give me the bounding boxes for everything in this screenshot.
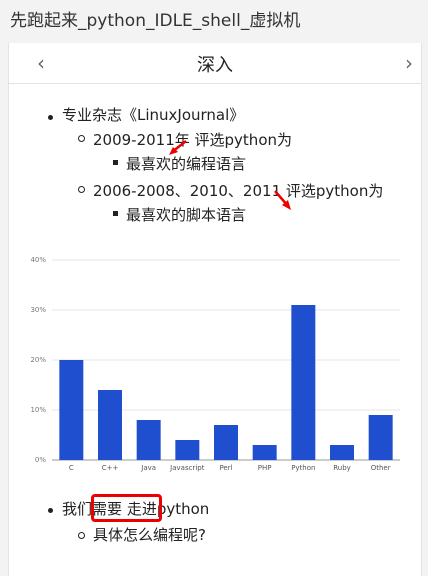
list-detail-scripting: 最喜欢的脚本语言 <box>126 206 247 224</box>
bullet-square <box>113 211 118 216</box>
bullet-circle <box>78 532 85 539</box>
list-item-magazine: 专业杂志《LinuxJournal》 <box>62 106 245 124</box>
bullet-square <box>113 160 118 165</box>
x-tick-label: Java <box>140 464 156 472</box>
red-arrow-icon <box>274 190 291 210</box>
x-tick-label: C++ <box>102 464 119 472</box>
nav-bar: ‹ 深入 › <box>9 43 421 84</box>
bar-c <box>59 360 84 460</box>
bullet-dot <box>48 115 53 120</box>
y-tick-label: 0% <box>35 456 46 464</box>
chevron-right-icon[interactable]: › <box>405 51 413 75</box>
x-tick-label: C <box>69 464 74 472</box>
text-part-5: python <box>156 500 210 518</box>
x-tick-label: Python <box>291 464 315 472</box>
y-tick-label: 20% <box>30 356 46 364</box>
x-tick-label: Javascript <box>169 464 205 472</box>
y-tick-label: 10% <box>30 406 46 414</box>
bar-python <box>291 305 316 460</box>
bullet-circle <box>78 135 85 142</box>
x-tick-label: PHP <box>258 464 272 472</box>
bar-java <box>136 420 161 460</box>
bar-chart: 0% 10% 20% 30% 40% C C++ Java Javascript Perl PHP P… <box>30 256 400 472</box>
list-subitem-2006: 2006-2008、2010、2011 评选python为 <box>93 182 384 200</box>
bullet-dot <box>48 508 53 513</box>
bullet-circle <box>78 186 85 193</box>
bar-other <box>368 415 393 460</box>
x-tick-label: Other <box>371 464 391 472</box>
window-title: 先跑起来_python_IDLE_shell_虚拟机 <box>10 11 301 31</box>
highlight-box <box>91 494 162 522</box>
bar-javascript <box>175 440 200 460</box>
red-arrow-icon <box>169 140 187 155</box>
bar-perl <box>214 425 238 460</box>
text-part-1: 我们 <box>62 500 93 518</box>
x-tick-label: Ruby <box>333 464 351 472</box>
page-title: 深入 <box>197 55 233 76</box>
list-subitem-how: 具体怎么编程呢? <box>93 526 206 544</box>
y-tick-label: 30% <box>30 306 46 314</box>
bar-ruby <box>330 445 354 460</box>
list-subitem-2009: 2009-2011年 评选python为 <box>93 131 292 149</box>
y-tick-label: 40% <box>30 256 46 264</box>
bar-php <box>252 445 277 460</box>
x-tick-label: Perl <box>219 464 232 472</box>
bar-cpp <box>98 390 122 460</box>
